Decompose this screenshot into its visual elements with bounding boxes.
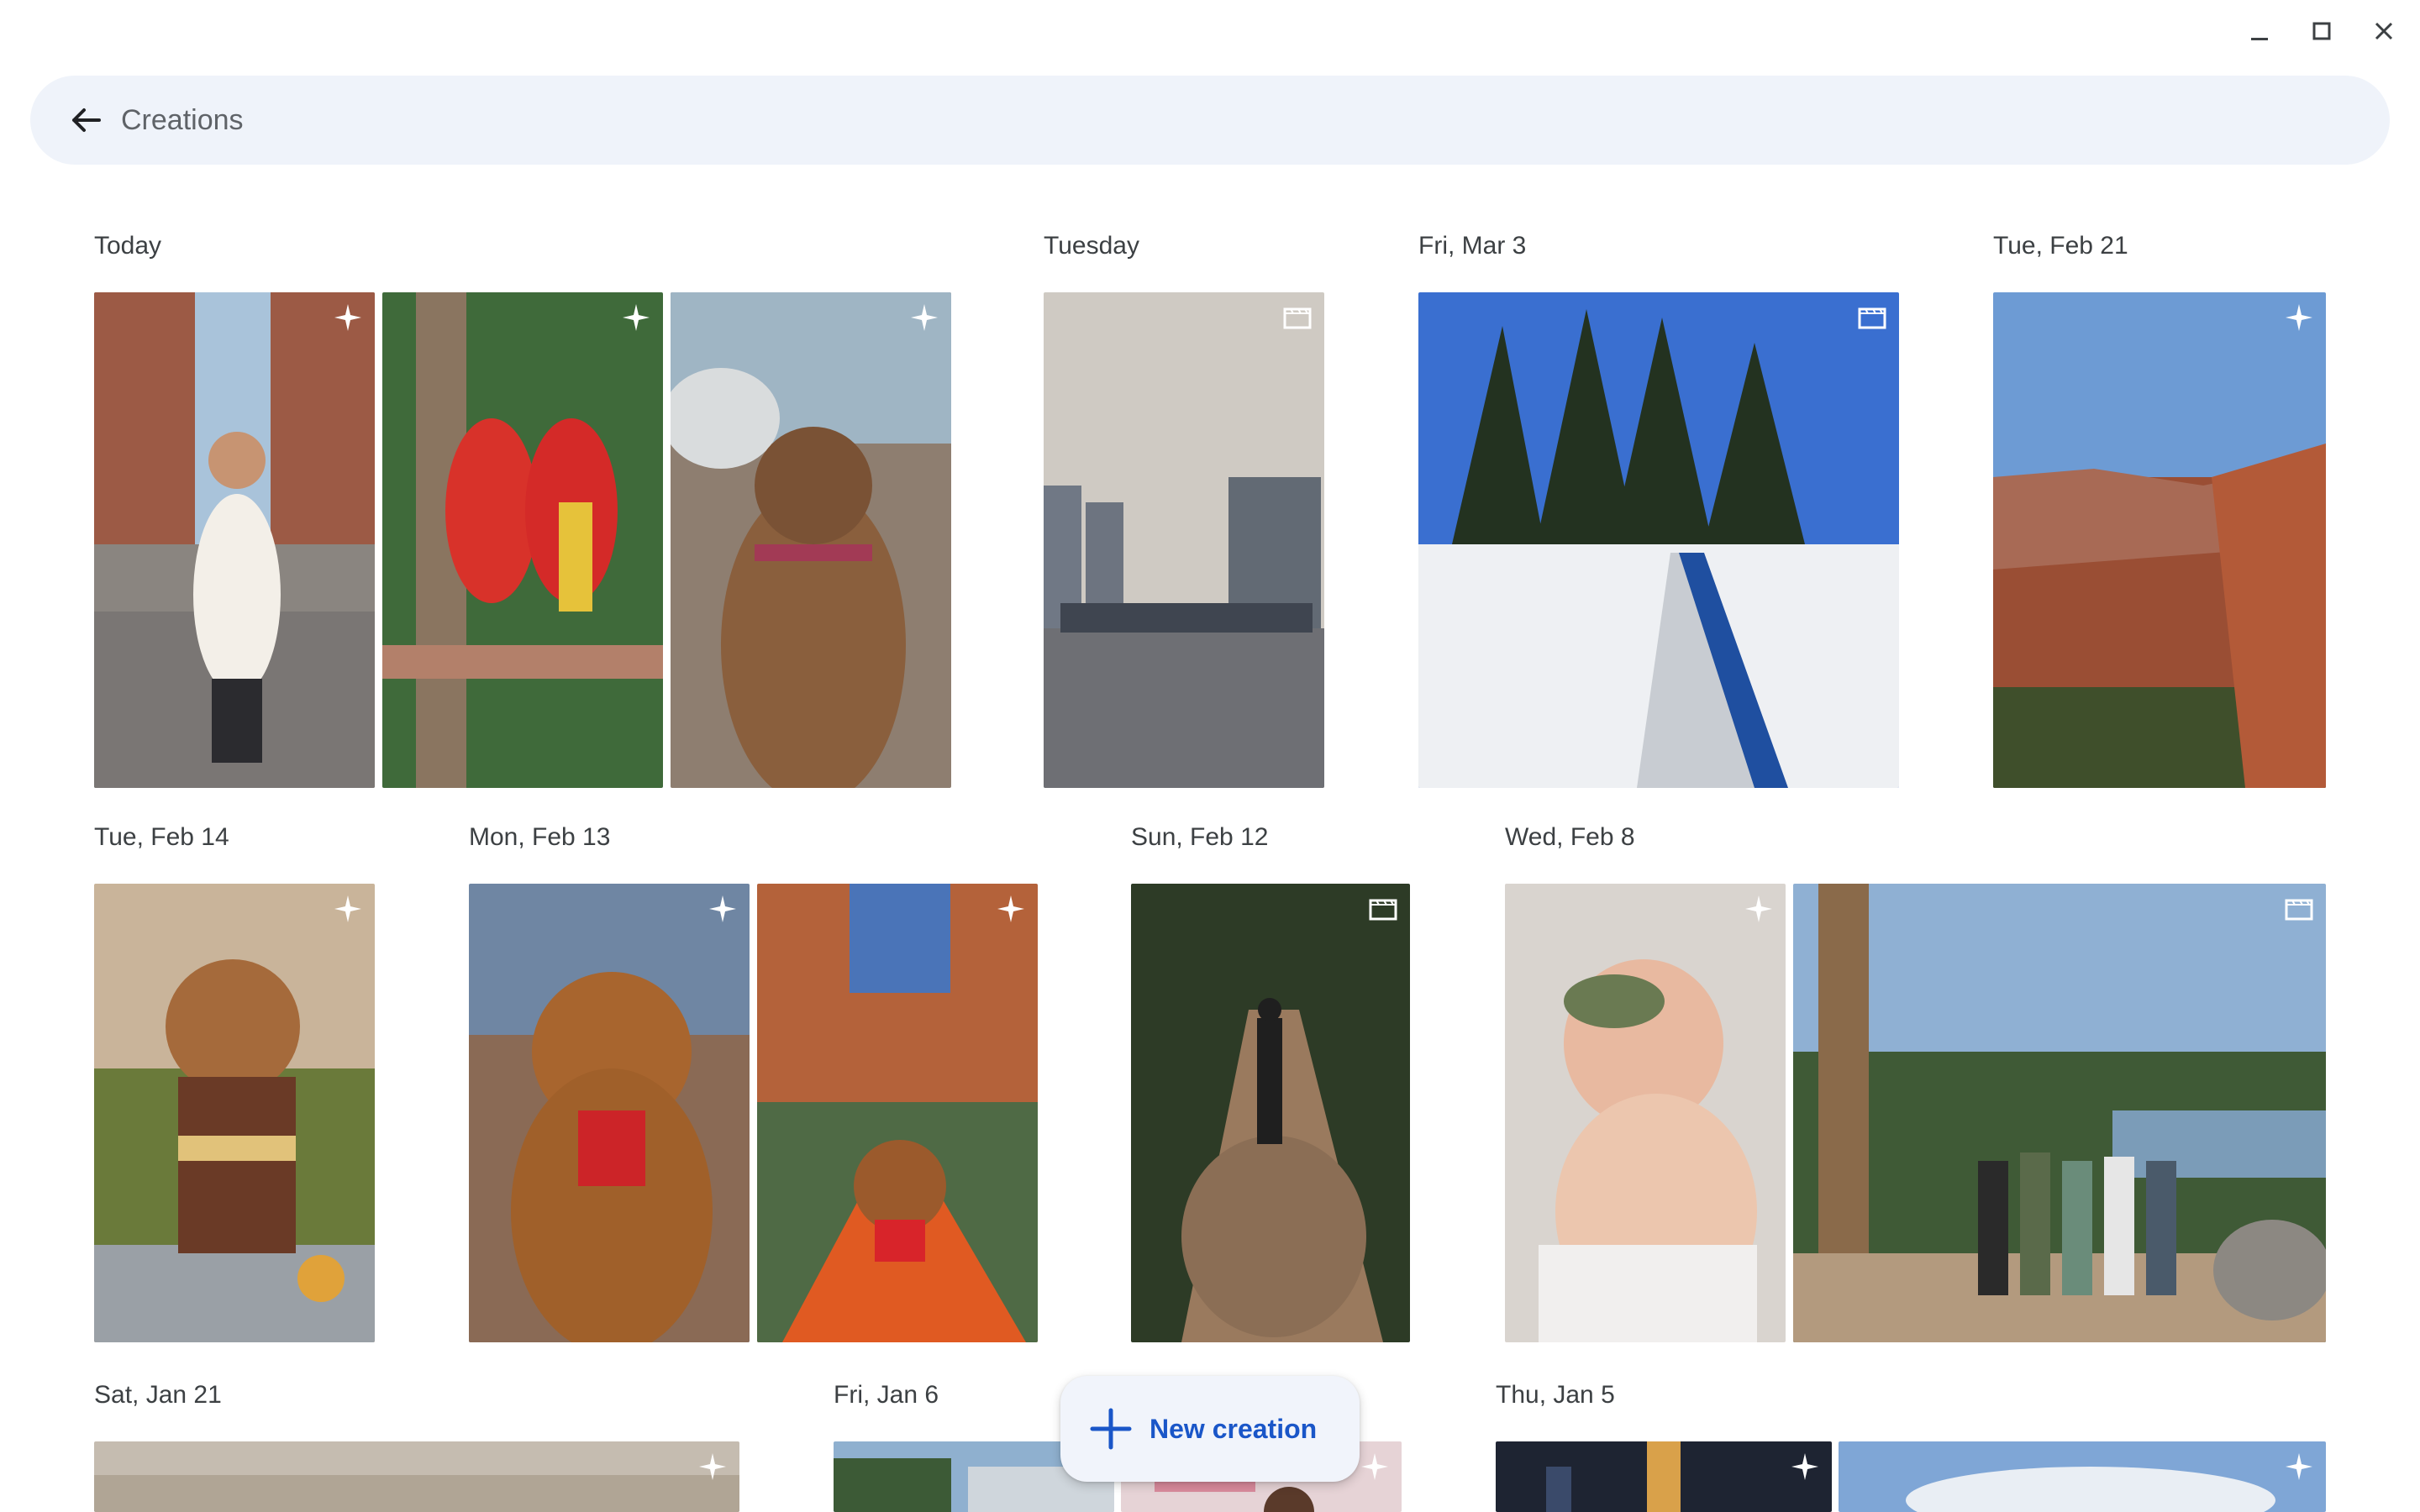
group-date: Fri, Jan 6 — [834, 1381, 939, 1409]
sparkle-icon — [908, 301, 941, 334]
sparkle-icon — [2282, 301, 2316, 334]
sparkle-icon — [696, 1450, 729, 1483]
arrow-back-icon[interactable] — [64, 98, 108, 142]
photo-tile[interactable] — [1496, 1441, 1832, 1512]
sparkle-icon — [1788, 1450, 1822, 1483]
page-title: Creations — [121, 104, 244, 136]
photo-tile[interactable] — [757, 884, 1038, 1342]
photo-tile[interactable] — [94, 292, 375, 788]
group-date: Tuesday — [1044, 232, 1139, 260]
sparkle-icon — [1358, 1450, 1392, 1483]
group-date: Wed, Feb 8 — [1505, 823, 1635, 851]
group-date: Thu, Jan 5 — [1496, 1381, 1615, 1409]
sparkle-icon — [2282, 1450, 2316, 1483]
group-date: Tue, Feb 14 — [94, 823, 229, 851]
sparkle-icon — [331, 301, 365, 334]
video-icon — [1281, 301, 1314, 334]
group-date: Tue, Feb 21 — [1993, 232, 2128, 260]
window-controls — [2244, 15, 2400, 47]
top-bar: Creations — [30, 76, 2390, 165]
video-icon — [1366, 892, 1400, 926]
group-date: Today — [94, 232, 162, 260]
photo-tile[interactable] — [671, 292, 951, 788]
sparkle-icon — [706, 892, 739, 926]
group-date: Sun, Feb 12 — [1131, 823, 1269, 851]
sparkle-icon — [331, 892, 365, 926]
group-date: Fri, Mar 3 — [1418, 232, 1527, 260]
sparkle-icon — [619, 301, 653, 334]
photo-tile[interactable] — [94, 884, 375, 1342]
video-icon — [1855, 301, 1889, 334]
new-creation-button[interactable]: New creation — [1060, 1376, 1360, 1482]
minimize-icon[interactable] — [2244, 15, 2275, 47]
photo-tile[interactable] — [1793, 884, 2326, 1342]
group-date: Sat, Jan 21 — [94, 1381, 222, 1409]
photo-tile[interactable] — [1839, 1441, 2326, 1512]
sparkle-icon — [994, 892, 1028, 926]
maximize-icon[interactable] — [2306, 15, 2338, 47]
photo-tile[interactable] — [1131, 884, 1410, 1342]
photo-tile[interactable] — [1993, 292, 2326, 788]
close-icon[interactable] — [2368, 15, 2400, 47]
photo-tile[interactable] — [94, 1441, 739, 1512]
photo-tile[interactable] — [1044, 292, 1324, 788]
photo-tile[interactable] — [1418, 292, 1899, 788]
video-icon — [2282, 892, 2316, 926]
new-creation-label: New creation — [1150, 1413, 1318, 1444]
photo-tile[interactable] — [382, 292, 663, 788]
photo-tile[interactable] — [469, 884, 750, 1342]
sparkle-icon — [1742, 892, 1776, 926]
group-date: Mon, Feb 13 — [469, 823, 611, 851]
photo-tile[interactable] — [1505, 884, 1786, 1342]
plus-icon — [1090, 1408, 1132, 1450]
